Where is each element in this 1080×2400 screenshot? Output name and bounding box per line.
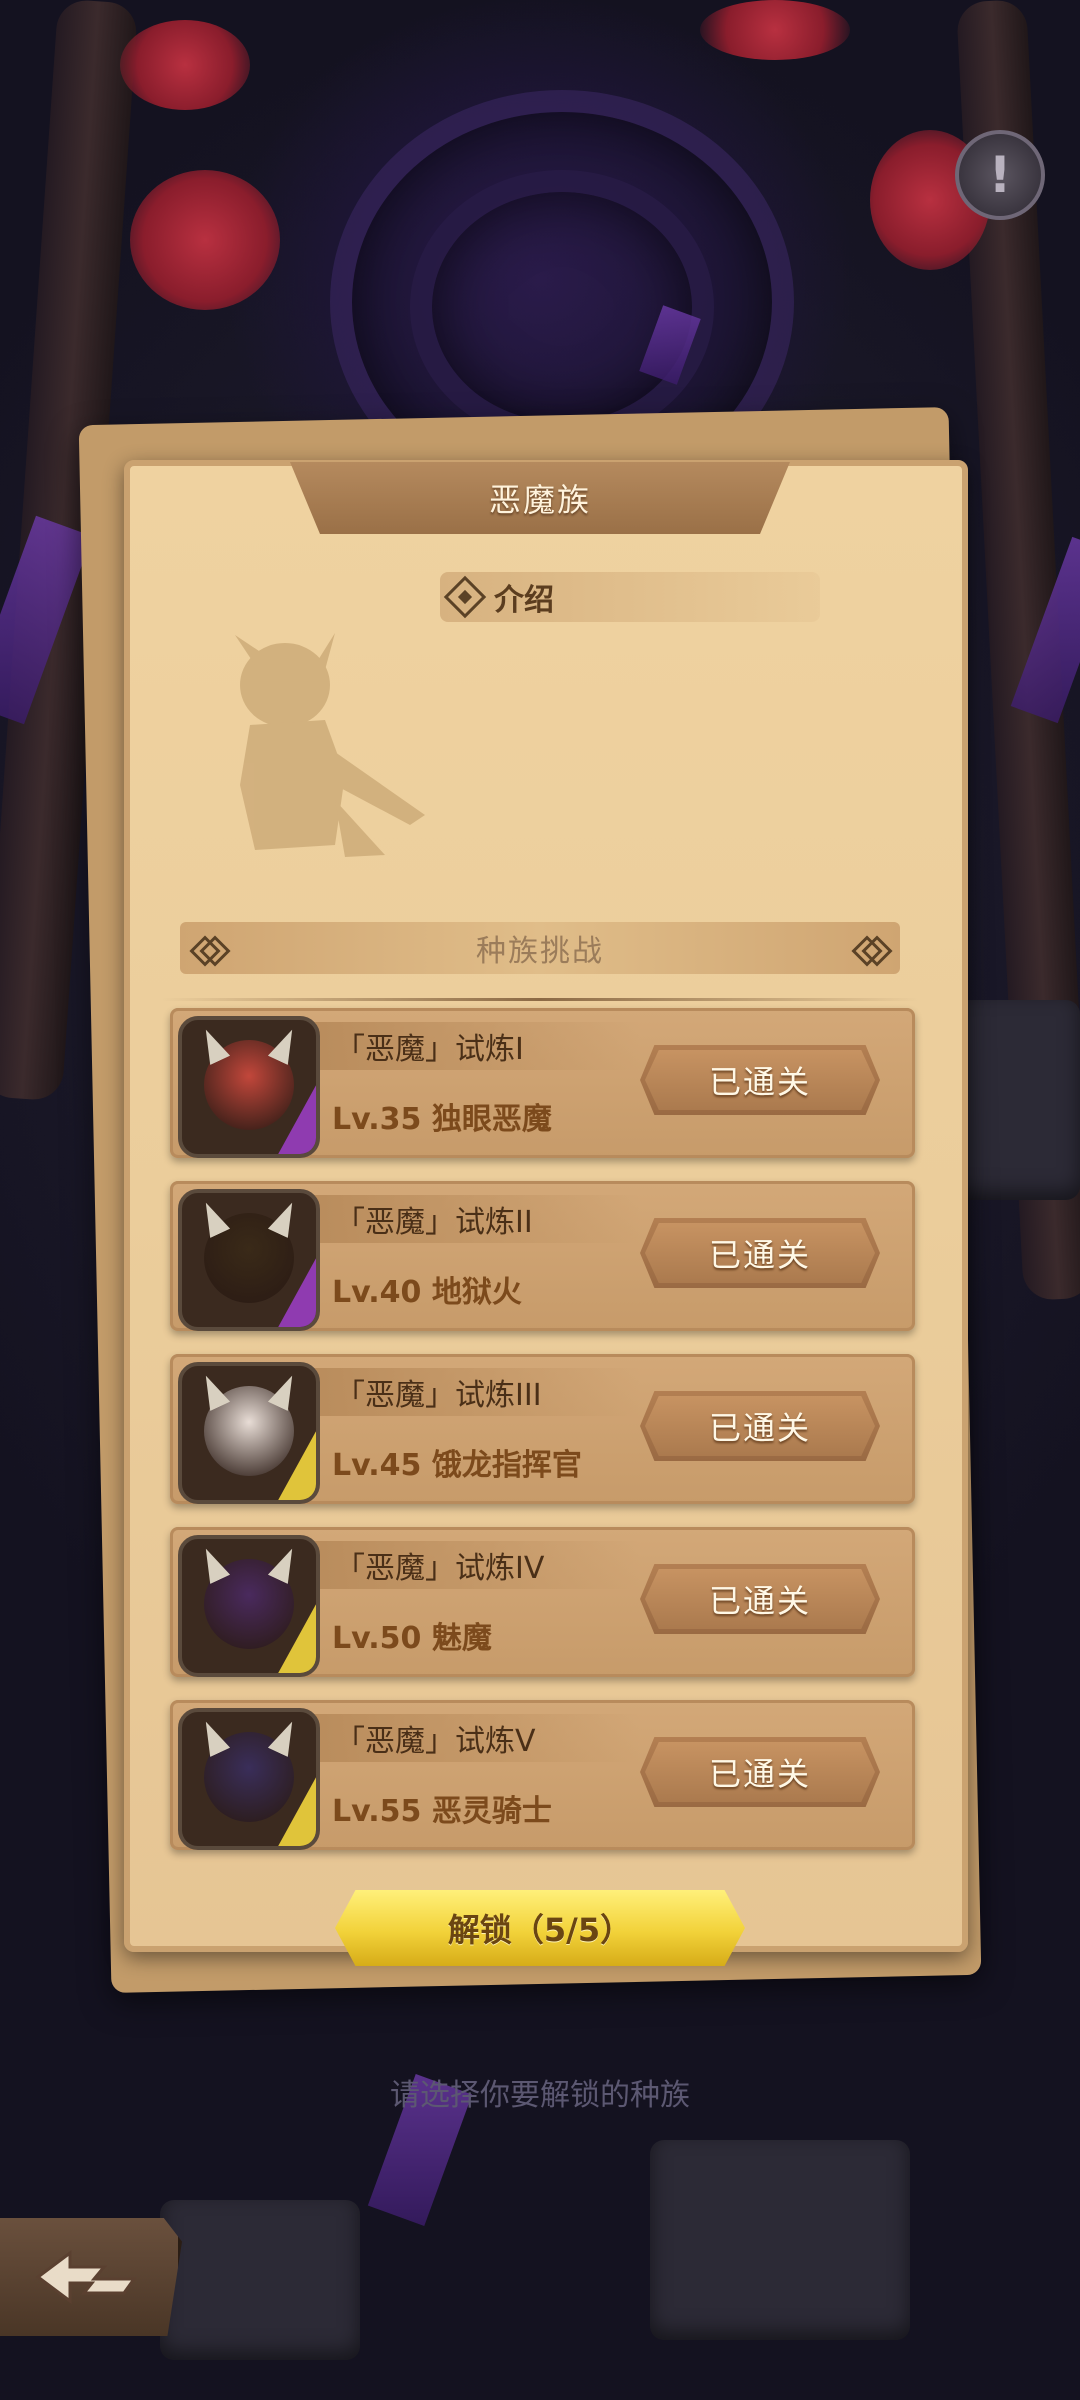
boss-portrait — [178, 1016, 320, 1158]
back-arrow-icon — [35, 2250, 137, 2304]
race-challenge-label: 种族挑战 — [476, 934, 604, 969]
blossom — [120, 20, 250, 110]
intro-label: 介绍 — [494, 583, 554, 618]
diamond-icon — [443, 575, 487, 619]
trial-list: 「恶魔」试炼I Lv.35 独眼恶魔 已通关 「恶魔」试炼II Lv.40 地狱… — [170, 1008, 915, 1873]
boss-portrait — [178, 1189, 320, 1331]
exclamation-icon: ! — [988, 146, 1012, 204]
cleared-button[interactable]: 已通关 — [640, 1218, 880, 1288]
back-button[interactable] — [0, 2218, 182, 2336]
cleared-button[interactable]: 已通关 — [640, 1737, 880, 1807]
trial-name: 「恶魔」试炼V — [335, 1724, 536, 1759]
unlock-button[interactable]: 解锁（5/5） — [335, 1890, 745, 1966]
divider — [160, 998, 920, 1001]
trial-row: 「恶魔」试炼I Lv.35 独眼恶魔 已通关 — [170, 1008, 915, 1158]
trial-name: 「恶魔」试炼III — [335, 1378, 542, 1413]
cleared-label: 已通关 — [708, 1063, 811, 1101]
trial-level: Lv.35 独眼恶魔 — [332, 1102, 552, 1137]
race-challenge-header: 种族挑战 — [180, 922, 900, 974]
trial-level: Lv.55 恶灵骑士 — [332, 1794, 552, 1829]
rock — [650, 2140, 910, 2340]
trial-row: 「恶魔」试炼III Lv.45 饿龙指挥官 已通关 — [170, 1354, 915, 1504]
cleared-label: 已通关 — [708, 1409, 811, 1447]
trial-row: 「恶魔」试炼II Lv.40 地狱火 已通关 — [170, 1181, 915, 1331]
cleared-button[interactable]: 已通关 — [640, 1564, 880, 1634]
cleared-button[interactable]: 已通关 — [640, 1391, 880, 1461]
rock — [160, 2200, 360, 2360]
cleared-button[interactable]: 已通关 — [640, 1045, 880, 1115]
panel-title-plate: 恶魔族 — [290, 462, 790, 534]
trial-level: Lv.45 饿龙指挥官 — [332, 1448, 582, 1483]
blossom — [130, 170, 280, 310]
panel-title: 恶魔族 — [488, 481, 591, 519]
boss-portrait — [178, 1708, 320, 1850]
trial-name: 「恶魔」试炼II — [335, 1205, 533, 1240]
info-button[interactable]: ! — [955, 130, 1045, 220]
unlock-label: 解锁（5/5） — [447, 1911, 633, 1949]
cleared-label: 已通关 — [708, 1236, 811, 1274]
trial-level: Lv.50 魅魔 — [332, 1621, 492, 1656]
trial-level: Lv.40 地狱火 — [332, 1275, 522, 1310]
boss-portrait — [178, 1362, 320, 1504]
blossom — [700, 0, 850, 60]
diamond-icon — [851, 934, 893, 967]
cleared-label: 已通关 — [708, 1582, 811, 1620]
intro-tab[interactable]: 介绍 — [440, 572, 820, 622]
diamond-icon — [189, 934, 231, 967]
trial-name: 「恶魔」试炼IV — [335, 1551, 545, 1586]
boss-portrait — [178, 1535, 320, 1677]
cleared-label: 已通关 — [708, 1755, 811, 1793]
race-silhouette-icon — [235, 633, 425, 857]
trial-name: 「恶魔」试炼I — [335, 1032, 524, 1067]
trial-row: 「恶魔」试炼IV Lv.50 魅魔 已通关 — [170, 1527, 915, 1677]
hint-text: 请选择你要解锁的种族 — [390, 2078, 690, 2113]
trial-row: 「恶魔」试炼V Lv.55 恶灵骑士 已通关 — [170, 1700, 915, 1850]
